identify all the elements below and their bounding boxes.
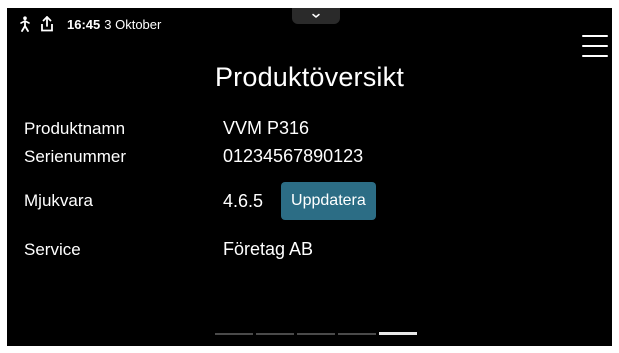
person-walking-icon [17, 16, 33, 32]
page-title: Produktöversikt [214, 62, 405, 92]
software-version-value: 4.6.5 [223, 190, 264, 211]
page-indicator [215, 332, 417, 335]
product-name-label: Produktnamn [24, 118, 126, 138]
software-label: Mjukvara [24, 191, 93, 210]
update-button[interactable]: Uppdatera [281, 182, 376, 220]
menu-line [582, 35, 608, 37]
status-time: 16:45 [67, 16, 101, 32]
hamburger-menu-icon[interactable] [582, 35, 608, 57]
status-bar: 16:45 3 Oktober [17, 14, 161, 34]
service-row: Service Företag AB [24, 239, 313, 260]
serial-number-row: Serienummer 01234567890123 [24, 146, 363, 167]
page-indicator-dot [297, 333, 335, 335]
serial-number-value: 01234567890123 [223, 146, 364, 166]
pulldown-tab[interactable] [292, 8, 340, 24]
service-label: Service [24, 239, 81, 259]
service-value: Företag AB [223, 239, 314, 259]
product-name-row: Produktnamn VVM P316 [24, 118, 309, 139]
status-date: 3 Oktober [104, 16, 162, 32]
menu-line [582, 55, 608, 57]
page-indicator-dot [256, 333, 294, 335]
page-indicator-dot [379, 332, 417, 335]
page-indicator-dot [215, 333, 253, 335]
page-indicator-dot [338, 333, 376, 335]
chevron-down-icon [310, 8, 322, 25]
share-upload-icon [39, 16, 55, 32]
menu-line [582, 45, 608, 47]
software-row: Mjukvara 4.6.5 Uppdatera [24, 182, 376, 220]
serial-number-label: Serienummer [24, 146, 127, 166]
display-screen: 16:45 3 Oktober Produktöversikt Produktn… [7, 8, 612, 346]
product-name-value: VVM P316 [223, 118, 310, 138]
